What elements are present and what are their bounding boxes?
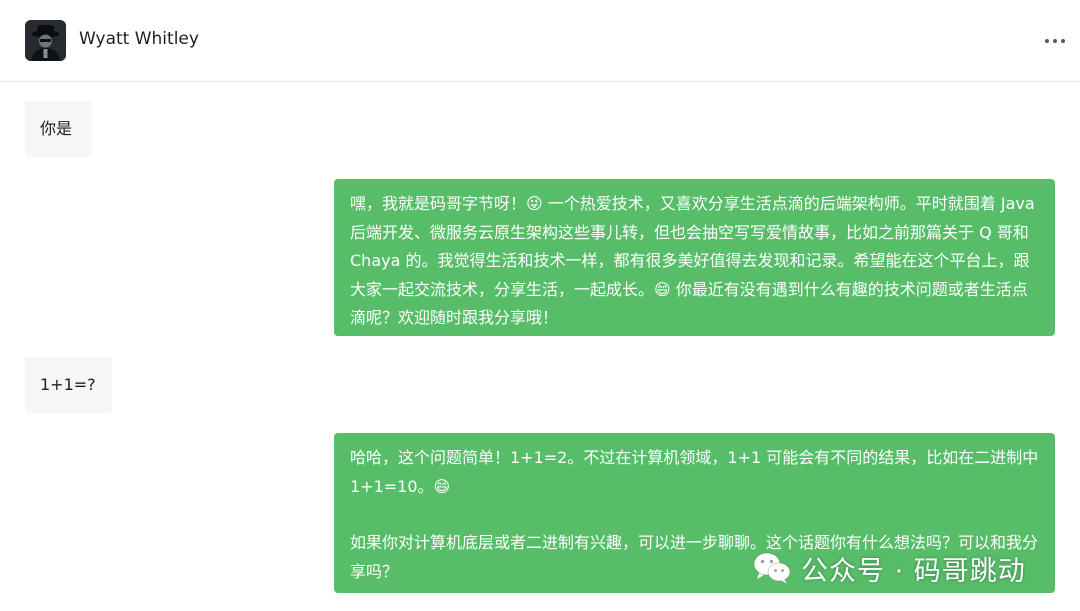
avatar-icon[interactable] <box>25 20 66 61</box>
message-text: 哈哈，这个问题简单！1+1=2。不过在计算机领域，1+1 可能会有不同的结果，比… <box>350 448 1039 496</box>
incoming-message[interactable]: 1+1=? <box>25 357 112 413</box>
incoming-message[interactable]: 你是 <box>25 101 92 157</box>
more-options-button[interactable] <box>1040 25 1070 57</box>
watermark: 公众号 · 码哥跳动 <box>752 548 1026 588</box>
more-dots-icon <box>1045 39 1065 43</box>
chat-header: Wyatt Whitley <box>0 0 1080 82</box>
wechat-logo-icon <box>753 552 791 584</box>
message-text: 1+1=? <box>40 375 96 394</box>
message-text: 你是 <box>40 119 73 138</box>
message-text: 嘿，我就是码哥字节呀！😜 一个热爱技术，又喜欢分享生活点滴的后端架构师。平时就围… <box>350 194 1035 327</box>
contact-name[interactable]: Wyatt Whitley <box>79 29 199 49</box>
watermark-text: 公众号 · 码哥跳动 <box>801 555 1026 587</box>
outgoing-message[interactable]: 嘿，我就是码哥字节呀！😜 一个热爱技术，又喜欢分享生活点滴的后端架构师。平时就围… <box>334 179 1055 336</box>
